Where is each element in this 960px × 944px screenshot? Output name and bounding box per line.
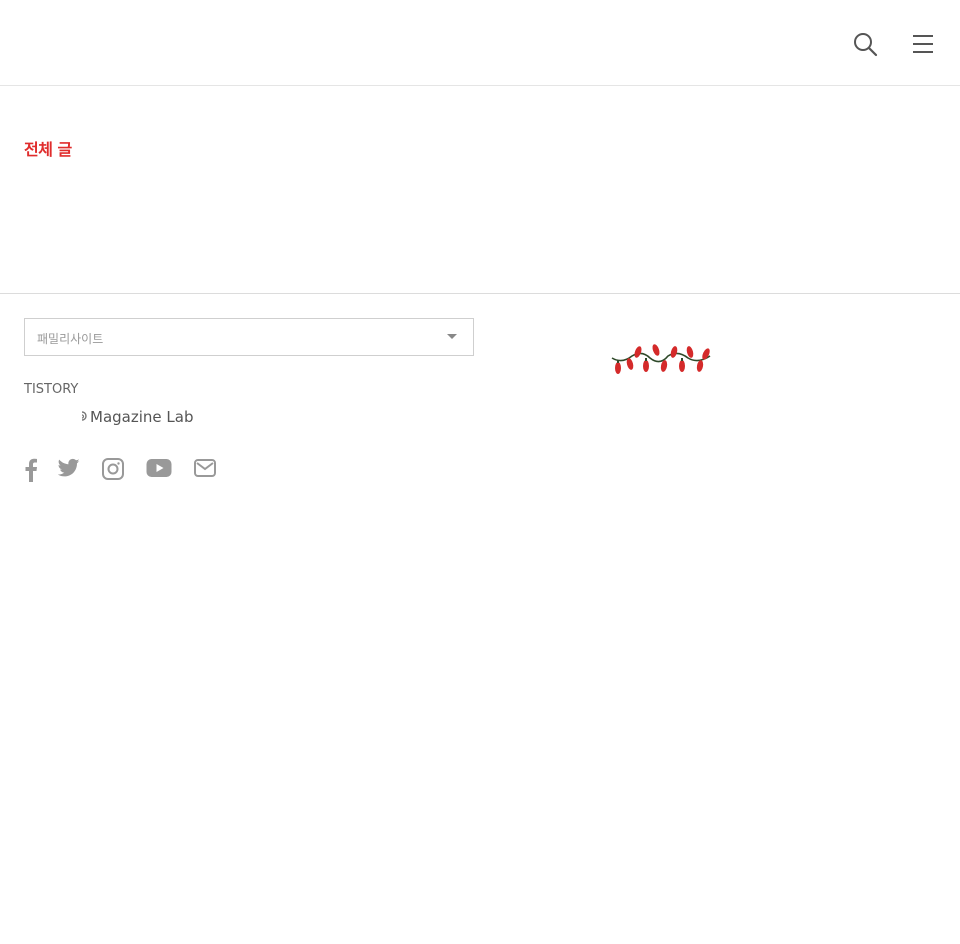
- instagram-icon[interactable]: [102, 458, 124, 480]
- christmas-lights-icon: [610, 340, 714, 380]
- tistory-label[interactable]: TISTORY: [24, 382, 78, 397]
- family-site-select[interactable]: 패밀리사이트: [24, 318, 474, 356]
- facebook-icon[interactable]: [24, 458, 38, 482]
- brand-link[interactable]: Magazine Lab: [80, 408, 193, 426]
- family-site-label: 패밀리사이트: [37, 332, 104, 346]
- site-header: [0, 0, 960, 86]
- twitter-icon[interactable]: [57, 458, 80, 478]
- category-title[interactable]: 전체 글: [24, 136, 72, 160]
- mail-icon[interactable]: [194, 458, 216, 478]
- brand-text: Magazine Lab: [90, 408, 194, 426]
- search-icon[interactable]: [852, 31, 878, 57]
- chevron-down-icon: [447, 334, 457, 339]
- hamburger-menu-icon[interactable]: [910, 31, 936, 57]
- page: 전체 글 패밀리사이트 TISTORY Magazine Lab: [0, 0, 960, 944]
- youtube-icon[interactable]: [146, 458, 172, 478]
- site-footer: 패밀리사이트 TISTORY Magazine Lab: [0, 293, 960, 482]
- brand-logo-icon: [80, 410, 90, 425]
